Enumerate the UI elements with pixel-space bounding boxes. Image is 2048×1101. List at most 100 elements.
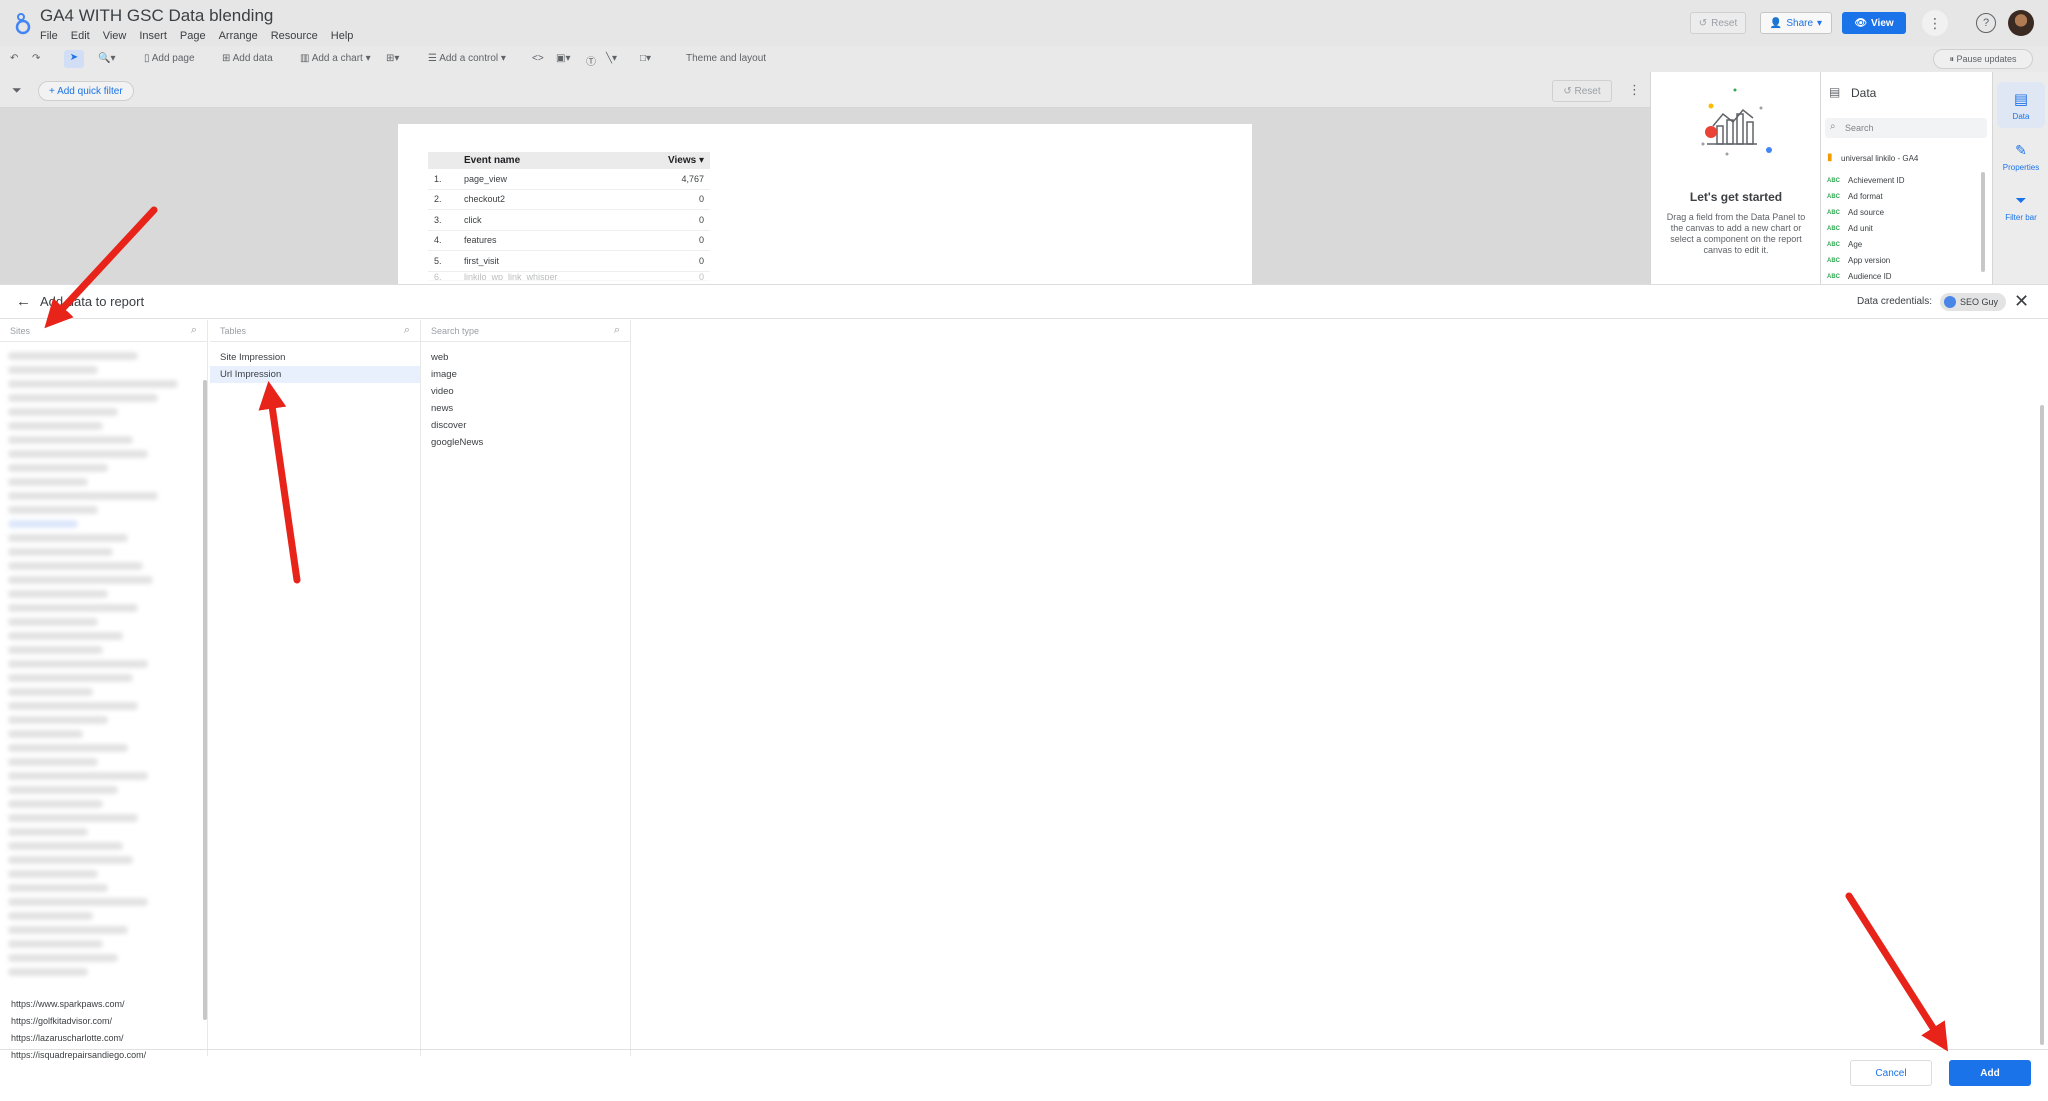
field-item[interactable]: ABC Audience ID	[1827, 272, 1892, 281]
reset-button[interactable]: ↺ Reset	[1690, 12, 1746, 34]
pause-updates-button[interactable]: ⏸ Pause updates	[1933, 49, 2033, 69]
rail-data-button[interactable]: ▤ Data	[1997, 82, 2045, 128]
search-type-option[interactable]: video	[421, 383, 630, 400]
getting-started-title: Let's get started	[1689, 190, 1783, 204]
scrollbar[interactable]	[203, 380, 207, 1020]
search-icon[interactable]: ⌕	[404, 324, 410, 337]
help-icon[interactable]: ?	[1976, 13, 1996, 33]
menu-page[interactable]: Page	[180, 30, 206, 42]
looker-studio-logo-icon[interactable]	[12, 10, 34, 36]
data-search-input[interactable]: ⌕ Search	[1825, 118, 1987, 138]
search-type-option[interactable]: discover	[421, 417, 630, 434]
add-quick-filter-button[interactable]: + Add quick filter	[38, 81, 134, 101]
menu-file[interactable]: File	[40, 30, 58, 42]
sites-search-input[interactable]: Sites ⌕	[0, 320, 207, 342]
dialog-footer: Cancel Add	[0, 1049, 2048, 1101]
close-icon[interactable]: ✕	[2014, 291, 2029, 312]
add-page-button[interactable]: ▯ Add page	[144, 53, 195, 64]
column-header-views[interactable]: Views ▾	[630, 155, 710, 166]
rail-filter-bar-button[interactable]: ⏷ Filter bar	[1997, 184, 2045, 230]
credentials-chip[interactable]: SEO Guy	[1940, 293, 2007, 311]
cancel-button[interactable]: Cancel	[1850, 1060, 1932, 1086]
table-icon: ▤	[1829, 85, 1841, 99]
back-arrow-icon[interactable]: ←	[16, 293, 31, 310]
more-options-icon[interactable]: ⋮	[1628, 82, 1641, 98]
field-item[interactable]: ABC App version	[1827, 256, 1890, 265]
search-type-option[interactable]: web	[421, 349, 630, 366]
add-data-dialog: ← Add data to report Data credentials: S…	[0, 284, 2048, 1100]
filter-icon: ⏷	[2015, 192, 2027, 208]
scrollbar[interactable]	[2040, 405, 2044, 1045]
text-icon[interactable]: Ⓣ	[586, 53, 596, 68]
search-type-option[interactable]: image	[421, 366, 630, 383]
chevron-down-icon[interactable]: ▾	[1817, 18, 1822, 29]
add-button[interactable]: Add	[1949, 1060, 2031, 1086]
search-icon[interactable]: ⌕	[614, 324, 620, 337]
tables-search-input[interactable]: Tables ⌕	[210, 320, 420, 342]
data-source-name[interactable]: universal linkilo - GA4	[1841, 154, 1918, 163]
menu-resource[interactable]: Resource	[271, 30, 318, 42]
menu-view[interactable]: View	[103, 30, 127, 42]
scrollbar[interactable]	[1981, 172, 1985, 272]
text-field-icon: ABC	[1827, 177, 1840, 184]
search-icon[interactable]: ⌕	[191, 324, 197, 337]
dialog-header: ← Add data to report Data credentials: S…	[0, 285, 2048, 319]
event-table[interactable]: Event name Views ▾ 1. page_view 4,767 2. ch…	[428, 152, 710, 281]
menu-arrange[interactable]: Arrange	[219, 30, 258, 42]
rail-properties-button[interactable]: ✎ Properties	[1997, 134, 2045, 180]
site-item[interactable]: https://www.sparkpaws.com/	[11, 999, 125, 1009]
field-item[interactable]: ABC Age	[1827, 240, 1862, 249]
text-field-icon: ABC	[1827, 273, 1840, 280]
undo-icon[interactable]: ↶	[10, 53, 18, 64]
add-chart-button[interactable]: ▥ Add a chart ▾	[300, 53, 371, 64]
share-button[interactable]: 👤 Share ▾	[1760, 12, 1832, 34]
line-icon[interactable]: ╲▾	[606, 53, 617, 64]
field-item[interactable]: ABC Ad format	[1827, 192, 1883, 201]
search-type-column: Search type ⌕ web image video news disco…	[421, 320, 631, 1056]
search-type-search-input[interactable]: Search type ⌕	[421, 320, 630, 342]
site-item[interactable]: https://golfkitadvisor.com/	[11, 1016, 112, 1026]
image-icon[interactable]: ▣▾	[556, 53, 570, 64]
search-icon: ⌕	[1830, 121, 1836, 132]
text-field-icon: ABC	[1827, 241, 1840, 248]
search-type-option[interactable]: news	[421, 400, 630, 417]
field-item[interactable]: ABC Ad unit	[1827, 224, 1873, 233]
table-icon: ▤	[2013, 90, 2029, 108]
search-type-option[interactable]: googleNews	[421, 434, 630, 451]
app-header: GA4 WITH GSC Data blending File Edit Vie…	[0, 0, 2048, 46]
eye-icon: 👁	[1854, 17, 1868, 29]
avatar[interactable]	[2008, 10, 2034, 36]
zoom-icon[interactable]: 🔍▾	[98, 53, 115, 64]
field-item[interactable]: ABC Ad source	[1827, 208, 1884, 217]
code-embed-icon[interactable]: <>	[532, 53, 544, 64]
redo-icon[interactable]: ↷	[32, 53, 40, 64]
menu-insert[interactable]: Insert	[139, 30, 167, 42]
select-tool-icon[interactable]: ➤	[64, 50, 84, 68]
add-control-button[interactable]: ☰ Add a control ▾	[428, 53, 506, 64]
table-row: 5. first_visit 0	[428, 251, 710, 272]
report-title[interactable]: GA4 WITH GSC Data blending	[40, 6, 273, 26]
add-data-button[interactable]: ⊞ Add data	[222, 53, 273, 64]
add-person-icon: 👤	[1769, 17, 1783, 29]
site-item[interactable]: https://lazaruscharlotte.com/	[11, 1033, 124, 1043]
text-field-icon: ABC	[1827, 209, 1840, 216]
toolbar: ↶ ↷ ➤ 🔍▾ ▯ Add page ⊞ Add data ▥ Add a c…	[0, 46, 2048, 72]
view-button[interactable]: 👁 View	[1842, 12, 1906, 34]
filter-icon[interactable]: ⏷	[12, 83, 22, 98]
table-row: 1. page_view 4,767	[428, 169, 710, 190]
menu-edit[interactable]: Edit	[71, 30, 90, 42]
column-header-event-name[interactable]: Event name	[464, 155, 630, 166]
more-options-icon[interactable]: ⋮	[1922, 10, 1948, 36]
undo-icon: ↺	[1698, 17, 1708, 29]
pencil-icon: ✎	[2015, 142, 2027, 158]
menu-help[interactable]: Help	[331, 30, 354, 42]
reset-button[interactable]: ↺ Reset	[1552, 80, 1612, 102]
table-option-site-impression[interactable]: Site Impression	[210, 349, 420, 366]
community-viz-icon[interactable]: ⊞▾	[386, 53, 399, 64]
theme-layout-button[interactable]: Theme and layout	[686, 53, 766, 64]
text-field-icon: ABC	[1827, 225, 1840, 232]
table-option-url-impression[interactable]: Url Impression	[210, 366, 420, 383]
text-field-icon: ABC	[1827, 193, 1840, 200]
shape-icon[interactable]: □▾	[640, 53, 651, 64]
field-item[interactable]: ABC Achievement ID	[1827, 176, 1904, 185]
